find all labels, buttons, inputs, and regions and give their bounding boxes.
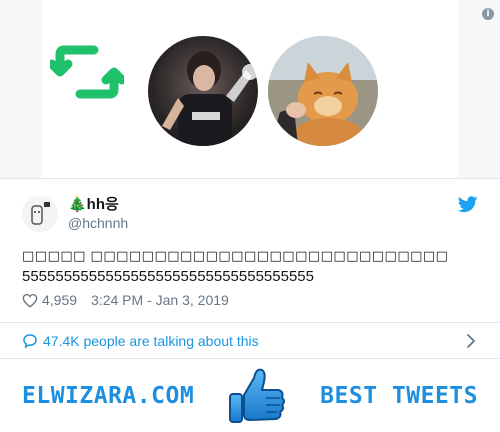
- tweet-text: □□□□□ □□□□□□□□□□□□□□□□□□□□□□□□□□□□ 55555…: [22, 247, 482, 287]
- partial-text-edge: [312, 174, 402, 178]
- banner-site-name[interactable]: ELWIZARA.COM: [22, 383, 194, 409]
- person-photo: [148, 36, 258, 146]
- heart-icon[interactable]: [22, 293, 38, 308]
- tweet-card: 🎄hh응 @hchnnh □□□□□ □□□□□□□□□□□□□□□□□□□□□…: [0, 180, 500, 322]
- tweet-meta: 4,959 3:24 PM - Jan 3, 2019: [22, 292, 229, 308]
- like-count[interactable]: 4,959: [42, 292, 77, 308]
- tweet-timestamp[interactable]: 3:24 PM - Jan 3, 2019: [91, 292, 229, 308]
- display-name[interactable]: 🎄hh응: [68, 196, 128, 214]
- site-banner: ELWIZARA.COM BEST TWEETS: [0, 359, 500, 432]
- screen-name[interactable]: @hchnnh: [68, 214, 128, 232]
- speech-bubble-icon: [22, 333, 38, 349]
- cat-photo: [268, 36, 378, 146]
- avatar[interactable]: [22, 196, 58, 232]
- twitter-bird-icon[interactable]: [457, 196, 478, 218]
- tweet-media[interactable]: i: [0, 0, 500, 179]
- banner-tagline[interactable]: BEST TWEETS: [320, 383, 478, 409]
- conversation-link[interactable]: 47.4K people are talking about this: [0, 322, 500, 359]
- chevron-right-icon[interactable]: [466, 334, 476, 353]
- tweet-text-line: □□□□□ □□□□□□□□□□□□□□□□□□□□□□□□□□□□: [22, 249, 449, 264]
- conversation-label[interactable]: 47.4K people are talking about this: [43, 333, 259, 349]
- tweet-author[interactable]: 🎄hh응 @hchnnh: [22, 196, 128, 232]
- thumbs-up-icon: [226, 364, 288, 432]
- info-icon[interactable]: i: [482, 8, 494, 20]
- retweet-icon: [47, 44, 127, 105]
- tweet-text-line: 55555555555555555555555555555555555: [22, 268, 314, 285]
